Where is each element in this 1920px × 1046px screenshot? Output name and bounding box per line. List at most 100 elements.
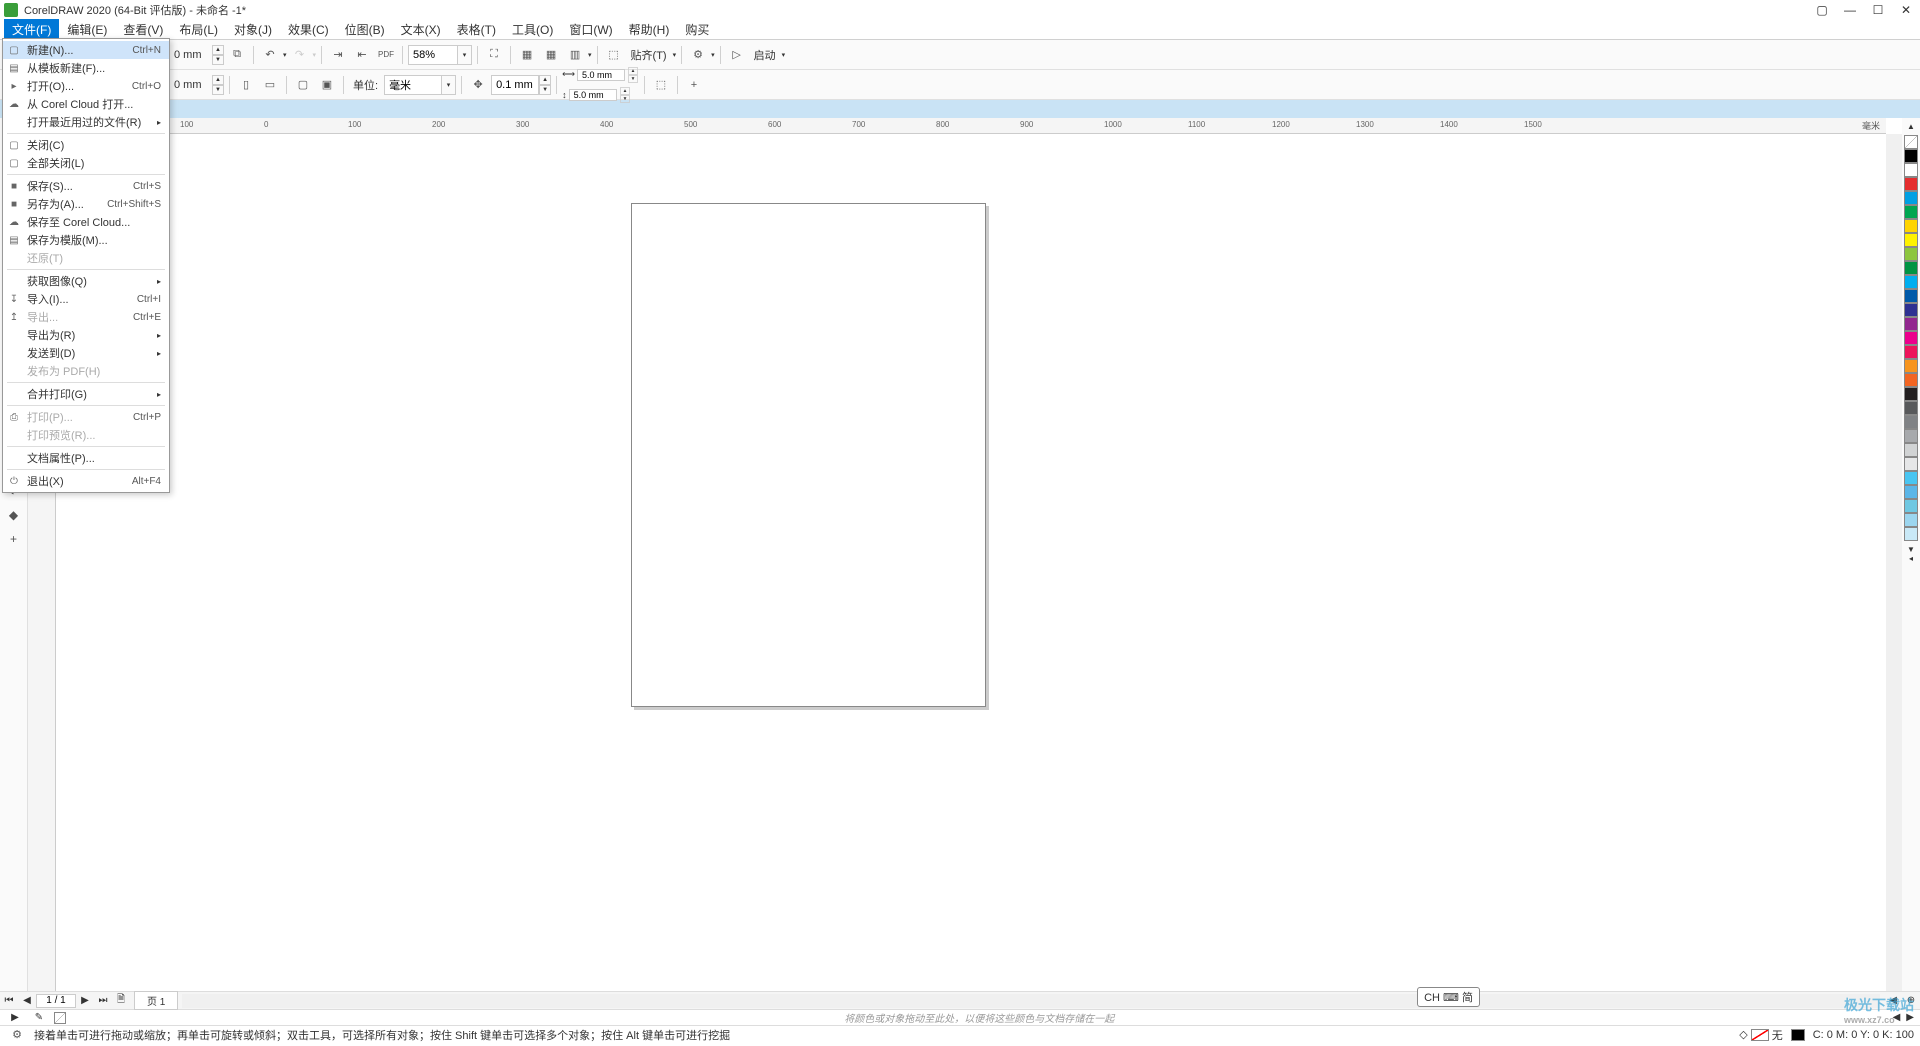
doc-no-color-swatch[interactable] — [54, 1012, 66, 1024]
fill-stroke-indicator[interactable]: ◇ 无 — [1739, 1027, 1782, 1043]
color-swatch[interactable] — [1904, 177, 1918, 191]
menu-9[interactable]: 工具(O) — [504, 19, 561, 40]
orientation-landscape-icon[interactable]: ▭ — [259, 74, 281, 96]
file-menu-item-11[interactable]: ☁保存至 Corel Cloud... — [3, 213, 169, 231]
dup-y-input[interactable] — [569, 89, 617, 101]
menu-10[interactable]: 窗口(W) — [561, 19, 620, 40]
guides-icon[interactable]: ▥ — [564, 44, 586, 66]
nudge-input[interactable] — [491, 75, 539, 95]
orientation-portrait-icon[interactable]: ▯ — [235, 74, 257, 96]
color-swatch[interactable] — [1904, 191, 1918, 205]
first-page-icon[interactable]: ⏮ — [0, 995, 18, 1006]
color-swatch[interactable] — [1904, 429, 1918, 443]
color-swatch[interactable] — [1904, 401, 1918, 415]
zoom-input[interactable] — [408, 45, 458, 65]
treat-as-filled-icon[interactable]: ⬚ — [650, 74, 672, 96]
menu-2[interactable]: 查看(V) — [115, 19, 171, 40]
export-icon[interactable]: ⇤ — [351, 44, 373, 66]
palette-down-icon[interactable]: ▼ — [1907, 545, 1915, 554]
color-swatch[interactable] — [1904, 527, 1918, 541]
add-page-icon[interactable]: 🗎 — [112, 992, 130, 1009]
unit-input[interactable] — [384, 75, 442, 95]
maximize-icon[interactable]: ☐ — [1868, 3, 1888, 17]
color-swatch[interactable] — [1904, 513, 1918, 527]
file-menu-item-0[interactable]: ▢新建(N)...Ctrl+N — [3, 41, 169, 59]
menu-5[interactable]: 效果(C) — [280, 19, 337, 40]
palette-up-icon[interactable]: ▲ — [1907, 122, 1915, 131]
color-swatch[interactable] — [1904, 331, 1918, 345]
smart-fill-tool[interactable]: ◆ — [3, 504, 25, 526]
color-swatch[interactable] — [1904, 149, 1918, 163]
color-swatch[interactable] — [1904, 345, 1918, 359]
options-icon[interactable]: ⚙ — [687, 44, 709, 66]
color-swatch[interactable] — [1904, 205, 1918, 219]
file-menu-item-2[interactable]: ▸打开(O)...Ctrl+O — [3, 77, 169, 95]
color-swatch[interactable] — [1904, 415, 1918, 429]
fill-color-swatch[interactable] — [1791, 1029, 1805, 1041]
color-swatch[interactable] — [1904, 457, 1918, 471]
page-number-input[interactable] — [36, 994, 76, 1008]
import-icon[interactable]: ⇥ — [327, 44, 349, 66]
menu-1[interactable]: 编辑(E) — [59, 19, 115, 40]
menu-3[interactable]: 布局(L) — [171, 19, 226, 40]
page-scope-icon[interactable]: ▢ — [292, 74, 314, 96]
undo-icon[interactable]: ↶ — [259, 44, 281, 66]
color-swatch[interactable] — [1904, 317, 1918, 331]
color-swatch[interactable] — [1904, 163, 1918, 177]
menu-11[interactable]: 帮助(H) — [621, 19, 678, 40]
all-pages-icon[interactable]: ▣ — [316, 74, 338, 96]
next-page-icon[interactable]: ▶ — [76, 995, 94, 1006]
add-icon[interactable]: + — [683, 74, 705, 96]
ime-badge[interactable]: CH ⌨ 简 — [1417, 987, 1480, 1007]
ruler-icon[interactable]: ▦ — [516, 44, 538, 66]
last-page-icon[interactable]: ⏭ — [94, 995, 112, 1006]
drawing-canvas[interactable] — [56, 134, 1886, 991]
launch-icon[interactable]: ▷ — [726, 44, 748, 66]
file-menu-item-22[interactable]: 合并打印(G)▸ — [3, 385, 169, 403]
file-menu-item-9[interactable]: ■保存(S)...Ctrl+S — [3, 177, 169, 195]
color-swatch[interactable] — [1904, 275, 1918, 289]
minimize-icon[interactable]: — — [1840, 3, 1860, 17]
color-swatch[interactable] — [1904, 233, 1918, 247]
file-menu-item-15[interactable]: 获取图像(Q)▸ — [3, 272, 169, 290]
file-menu-item-19[interactable]: 发送到(D)▸ — [3, 344, 169, 362]
minimize-to-tray-icon[interactable]: ▢ — [1812, 3, 1832, 17]
horizontal-ruler[interactable]: 毫米 2001000100200300400500600700800900100… — [56, 118, 1886, 134]
page-tab[interactable]: 页 1 — [134, 991, 178, 1010]
file-menu-item-16[interactable]: ↧导入(I)...Ctrl+I — [3, 290, 169, 308]
status-gear-icon[interactable]: ⚙ — [6, 1024, 28, 1046]
color-swatch[interactable] — [1904, 499, 1918, 513]
vertical-scrollbar[interactable] — [1886, 134, 1902, 991]
menu-0[interactable]: 文件(F) — [4, 19, 59, 40]
menu-12[interactable]: 购买 — [677, 19, 717, 40]
pdf-icon[interactable]: PDF — [375, 44, 397, 66]
zoom-combo[interactable]: ▾ — [408, 45, 472, 65]
color-swatch[interactable] — [1904, 247, 1918, 261]
color-swatch[interactable] — [1904, 373, 1918, 387]
no-color-swatch[interactable] — [1904, 135, 1918, 149]
color-swatch[interactable] — [1904, 303, 1918, 317]
file-menu-item-27[interactable]: 文档属性(P)... — [3, 449, 169, 467]
color-swatch[interactable] — [1904, 261, 1918, 275]
copy-icon[interactable]: ⧉ — [226, 44, 248, 66]
menu-8[interactable]: 表格(T) — [449, 19, 504, 40]
menu-6[interactable]: 位图(B) — [337, 19, 393, 40]
color-swatch[interactable] — [1904, 289, 1918, 303]
file-menu-item-29[interactable]: ⏻退出(X)Alt+F4 — [3, 472, 169, 490]
menu-4[interactable]: 对象(J) — [226, 19, 280, 40]
doc-palette-menu-icon[interactable]: ▶ — [6, 1012, 24, 1023]
color-swatch[interactable] — [1904, 387, 1918, 401]
file-menu-item-4[interactable]: 打开最近用过的文件(R)▸ — [3, 113, 169, 131]
eyedropper-icon[interactable]: ✎ — [30, 1012, 48, 1023]
file-menu-item-7[interactable]: ▢全部关闭(L) — [3, 154, 169, 172]
color-swatch[interactable] — [1904, 485, 1918, 499]
snap-icon[interactable]: ⬚ — [603, 44, 625, 66]
color-swatch[interactable] — [1904, 443, 1918, 457]
color-swatch[interactable] — [1904, 359, 1918, 373]
file-menu-item-6[interactable]: ▢关闭(C) — [3, 136, 169, 154]
unit-combo[interactable]: ▾ — [384, 75, 456, 95]
file-menu-item-10[interactable]: ■另存为(A)...Ctrl+Shift+S — [3, 195, 169, 213]
file-menu-item-1[interactable]: ▤从模板新建(F)... — [3, 59, 169, 77]
grid-icon[interactable]: ▦ — [540, 44, 562, 66]
dup-x-input[interactable] — [577, 69, 625, 81]
